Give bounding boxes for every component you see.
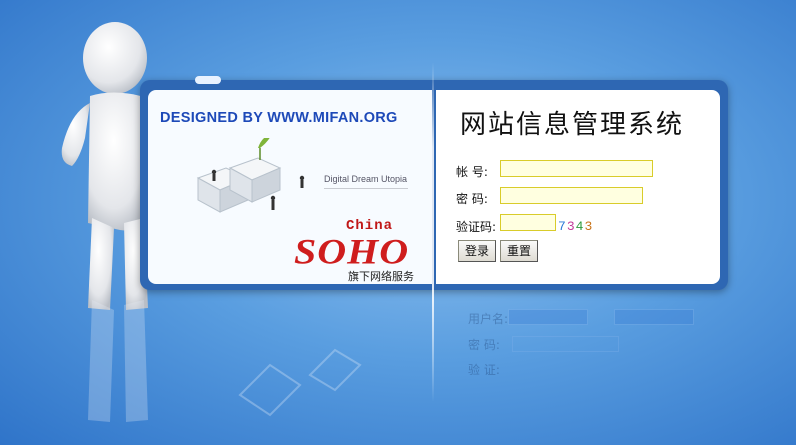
login-button[interactable]: 登录 [458,240,497,262]
captcha-digit: 7 [558,219,567,234]
account-label: 帐 号: [456,165,488,179]
captcha-digit: 3 [584,219,594,234]
figure-hand [195,76,221,84]
reflection-keys [238,348,362,417]
reset-button[interactable]: 重置 [500,240,539,262]
reflection-input [512,336,619,352]
brand-soho-logo: SOHO [294,231,410,272]
captcha-digit: 3 [566,219,576,234]
banner-panel: DESIGNED BY WWW.MIFAN.ORG Digital Dream … [148,90,432,284]
panel-reflection: 用户名: 密 码: 验 证: [140,295,728,445]
reflection-button-1 [508,309,588,325]
reflection-username-label: 用户名: [468,312,509,326]
brand-subtitle: 旗下网络服务 [348,270,414,283]
password-input[interactable] [500,187,643,204]
captcha-input[interactable] [500,214,556,231]
captcha-label: 验证码: [456,220,497,234]
account-input[interactable] [500,160,653,177]
login-panel: 网站信息管理系统 帐 号: 密 码: 验证码: 7343 登录 重置 [436,90,720,284]
tagline-text: Digital Dream Utopia [324,174,408,184]
page-title: 网站信息管理系统 [460,110,685,140]
keyboard-keys-illustration [196,138,305,213]
captcha-image[interactable]: 7343 [558,219,593,234]
password-label: 密 码: [456,192,488,206]
reflection-captcha-label: 验 证: [468,363,500,377]
designer-credit: DESIGNED BY WWW.MIFAN.ORG [160,110,398,126]
tagline-underline [324,188,408,189]
captcha-code: 7343 [558,219,593,234]
reflection-button-2 [614,309,694,325]
reflection-password-label: 密 码: [468,338,500,352]
